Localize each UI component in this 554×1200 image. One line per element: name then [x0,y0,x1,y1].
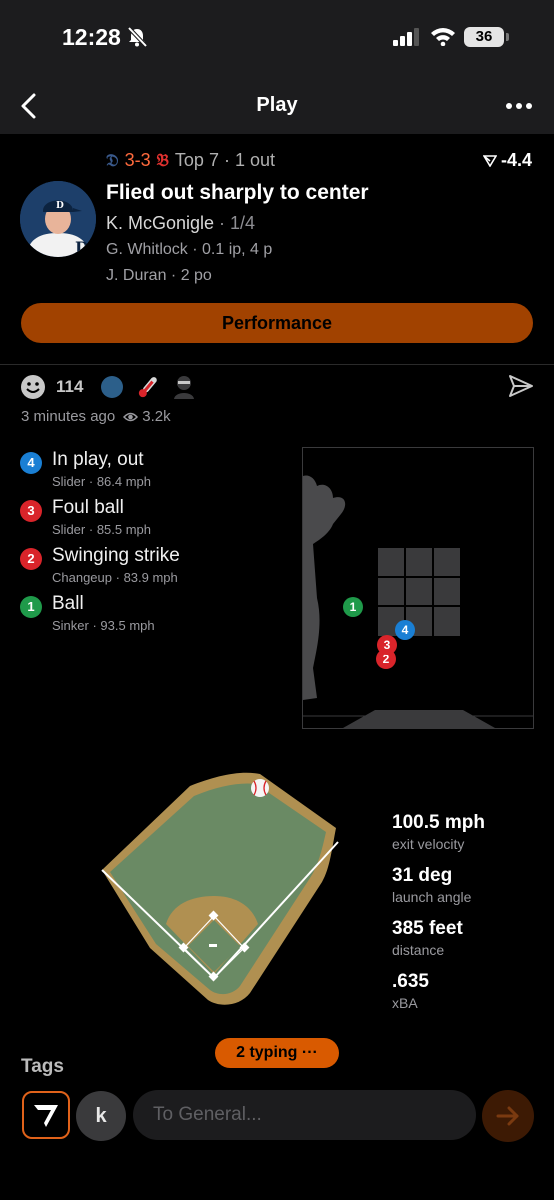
time-ago: 3 minutes ago [21,408,116,425]
user-avatar-button[interactable]: k [76,1091,126,1141]
pitch-speed: 86.4 mph [96,474,152,489]
xba-value: .635 [392,971,429,992]
game-score: 3-3 [124,150,151,170]
play-description: Flied out sharply to center [106,181,369,204]
status-bar: 12:28 36 [0,0,554,80]
win-probability: -4.4 [482,150,532,171]
pitch-result: In play, out [52,449,144,470]
pitch-marker[interactable]: 4 [395,620,415,640]
svg-text:D: D [56,201,64,211]
pitch-detail: Sinker · 93.5 mph [52,618,155,633]
pitch-type: Sinker [52,618,89,633]
spray-chart [101,772,339,1005]
send-icon[interactable] [508,374,534,398]
svg-text:D: D [75,238,89,257]
battery-nub [506,33,509,41]
launch-angle-label: launch angle [392,889,472,905]
smile-icon[interactable] [20,374,46,400]
pitch-detail: Changeup · 83.9 mph [52,570,178,585]
pitch-detail: Slider · 86.4 mph [52,474,152,489]
exit-velocity-value: 100.5 mph [392,812,485,833]
strike-zone-panel: 1 2 3 4 [302,447,534,729]
win-prob-icon [482,154,497,167]
strike-zone-graphic [303,475,533,728]
send-button[interactable] [482,1090,534,1142]
tags-heading: Tags [21,1056,64,1077]
pitch-number-badge: 4 [20,452,42,474]
view-count: 3.2k [142,408,171,425]
reactions-bar: 114 [20,374,197,400]
pitch-number-badge: 1 [20,596,42,618]
performance-button[interactable]: Performance [21,303,533,343]
app-logo-button[interactable] [22,1091,70,1139]
fielder-line[interactable]: J. Duran · 2 po [106,267,212,285]
pitch-number-badge: 2 [20,548,42,570]
pitch-speed: 93.5 mph [100,618,155,633]
pitch-speed: 83.9 mph [123,570,178,585]
baseball-icon [251,779,269,797]
arrow-right-icon [496,1106,519,1126]
pitch-type: Slider [52,474,86,489]
pitch-marker[interactable]: 1 [343,597,363,617]
player-avatar[interactable]: D D [20,181,96,257]
stat-launch-angle: 31 deg launch angle [392,865,471,905]
stat-distance: 385 feet distance [392,918,463,958]
pitch-result: Ball [52,593,84,614]
pitch-type: Slider [52,522,86,537]
red-sox-logo-icon: 𝔅 [156,150,169,171]
launch-angle-value: 31 deg [392,865,453,886]
status-time: 12:28 [62,24,121,50]
distance-label: distance [392,942,445,958]
divider [0,364,554,365]
post-meta: 3 minutes ago 3.2k [21,408,171,425]
more-icon[interactable] [505,90,533,122]
nav-bar: Play [0,80,554,134]
pitch-result: Foul ball [52,497,124,518]
pitch-result: Swinging strike [52,545,180,566]
pitch-type: Changeup [52,570,112,585]
battery-level: 36 [464,27,504,47]
score-line: 𝔇 3-3 𝔅 Top 7 · 1 out [106,150,275,171]
tigers-logo-icon: 𝔇 [106,150,119,171]
thermometer-icon[interactable] [135,374,161,400]
bell-muted-icon [127,26,148,48]
distance-value: 385 feet [392,918,463,939]
wifi-icon [431,28,455,46]
stat-xba: .635 xBA [392,971,429,1011]
blue-circle-icon[interactable] [99,374,125,400]
stat-exit-velocity: 100.5 mph exit velocity [392,812,485,852]
xba-label: xBA [392,995,418,1011]
pitch-speed: 85.5 mph [96,522,152,537]
composer-bar: k [0,1082,554,1200]
batter-line: K. McGonigle · 1/4 [106,213,255,234]
pitch-number-badge: 3 [20,500,42,522]
batter-stats: · 1/4 [214,213,256,233]
pitcher-line[interactable]: G. Whitlock · 0.1 ip, 4 p [106,241,272,259]
page-title: Play [256,94,298,116]
message-input[interactable] [133,1090,476,1140]
pitch-detail: Slider · 85.5 mph [52,522,152,537]
inning-status: Top 7 · 1 out [174,150,275,170]
signal-icon [393,28,419,46]
win-prob-value: -4.4 [500,150,532,170]
eye-icon [123,412,139,421]
batter-name[interactable]: K. McGonigle [106,213,214,233]
ninja-icon[interactable] [171,374,197,400]
reaction-count: 114 [56,377,84,396]
exit-velocity-label: exit velocity [392,836,465,852]
typing-indicator[interactable]: 2 typing ··· [215,1038,339,1068]
pitch-marker[interactable]: 3 [377,635,397,655]
app-logo-icon [34,1105,58,1127]
player-photo-icon: D D [20,181,96,257]
